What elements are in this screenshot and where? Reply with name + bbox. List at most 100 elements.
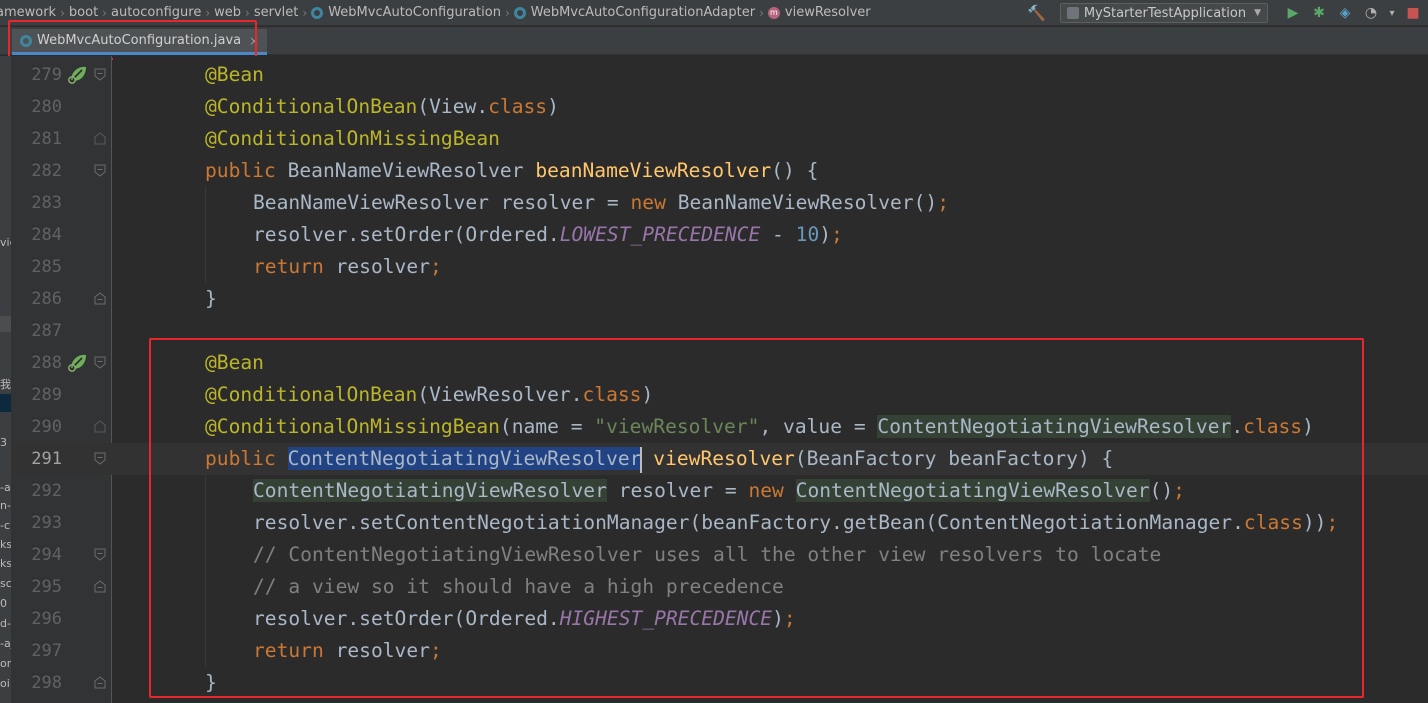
tree-item-fragment[interactable]: 我 xyxy=(0,376,11,392)
fold-marker-icon[interactable] xyxy=(94,292,106,305)
hammer-icon[interactable]: 🔨 xyxy=(1027,4,1046,22)
application-icon xyxy=(1066,7,1079,19)
profile-icon[interactable]: ◔ xyxy=(1360,5,1382,21)
code-text: (name = xyxy=(499,415,595,438)
code-line-280[interactable]: @ConditionalOnBean(View.class) xyxy=(205,91,559,123)
tree-item-fragment[interactable]: vic xyxy=(0,236,11,249)
breadcrumb-item-boot[interactable]: boot xyxy=(69,5,98,20)
fold-marker-icon[interactable] xyxy=(94,356,106,369)
chevron-right-icon: › xyxy=(302,5,308,20)
code-line-293[interactable]: resolver.setContentNegotiationManager(be… xyxy=(253,507,1338,539)
usage-highlight: ContentNegotiatingViewResolver xyxy=(795,479,1150,502)
fold-marker-icon[interactable] xyxy=(94,452,106,465)
code-text: (BeanFactory beanFactory) { xyxy=(794,447,1114,470)
line-number: 279 xyxy=(31,65,62,85)
tree-item-fragment[interactable]: 3 xyxy=(0,436,7,449)
method-name: beanNameViewResolver xyxy=(535,159,772,182)
indent-guide xyxy=(205,186,206,282)
run-toolbar: 🔨 MyStarterTestApplication ▼ ▶ ✱ ◈ ◔ ▾ ■ xyxy=(1027,0,1428,26)
string: "viewResolver" xyxy=(594,415,760,438)
breadcrumb-label: boot xyxy=(68,5,99,20)
play-icon[interactable]: ▶ xyxy=(1282,5,1304,21)
breadcrumb-item-adapter[interactable]: WebMvcAutoConfigurationAdapter xyxy=(513,5,755,20)
selected-text[interactable]: ContentNegotiatingViewResolver xyxy=(287,447,642,470)
code-line-286[interactable]: } xyxy=(205,283,217,315)
code-line-294[interactable]: // ContentNegotiatingViewResolver uses a… xyxy=(253,539,1161,571)
code-line-282[interactable]: public BeanNameViewResolver beanNameView… xyxy=(205,155,818,187)
breadcrumb-item-framework[interactable]: amework xyxy=(0,5,56,20)
code-line-284[interactable]: resolver.setOrder(Ordered.LOWEST_PRECEDE… xyxy=(253,219,843,251)
code-line-292[interactable]: ContentNegotiatingViewResolver resolver … xyxy=(253,475,1185,507)
fold-marker-icon[interactable] xyxy=(94,420,106,433)
tab-webmvcautoconfiguration[interactable]: WebMvcAutoConfiguration.java × xyxy=(12,29,268,55)
line-number: 298 xyxy=(31,673,62,693)
code-line-289[interactable]: @ConditionalOnBean(ViewResolver.class) xyxy=(205,379,653,411)
semicolon: ; xyxy=(937,191,950,214)
code-text: () { xyxy=(771,159,819,182)
comment: // ContentNegotiatingViewResolver uses a… xyxy=(253,543,1162,566)
fold-marker-icon[interactable] xyxy=(94,676,106,689)
keyword: class xyxy=(1243,415,1303,438)
code-line-283[interactable]: BeanNameViewResolver resolver = new Bean… xyxy=(253,187,949,219)
code-line-295[interactable]: // a view so it should have a high prece… xyxy=(253,571,784,603)
semicolon: ; xyxy=(831,223,843,246)
chevron-down-icon[interactable]: ▾ xyxy=(1386,8,1398,19)
breadcrumb-item-viewresolver[interactable]: m viewResolver xyxy=(767,5,871,20)
code-text: ) xyxy=(547,95,559,118)
semicolon: ; xyxy=(1326,511,1339,534)
tree-item-fragment[interactable]: sc xyxy=(0,577,11,590)
spring-bean-icon[interactable] xyxy=(67,63,89,85)
line-number: 283 xyxy=(31,193,62,213)
code-line-285[interactable]: return resolver; xyxy=(253,251,442,283)
method-icon: m xyxy=(767,6,780,19)
code-line-291[interactable]: public ContentNegotiatingViewResolver vi… xyxy=(205,443,1113,475)
tree-item-fragment[interactable]: -c xyxy=(0,519,10,532)
fold-marker-icon[interactable] xyxy=(94,164,106,177)
code-line-279[interactable]: @Bean xyxy=(205,59,264,91)
tree-item-fragment[interactable]: on xyxy=(0,657,11,670)
tree-item-fragment[interactable]: -aj xyxy=(0,637,11,650)
breadcrumb-item-webmvcautoconfiguration[interactable]: WebMvcAutoConfiguration xyxy=(311,5,501,20)
coverage-icon[interactable]: ◈ xyxy=(1334,5,1356,21)
line-number: 282 xyxy=(31,161,62,181)
run-configuration-select[interactable]: MyStarterTestApplication ▼ xyxy=(1059,3,1268,23)
code-line-296[interactable]: resolver.setOrder(Ordered.HIGHEST_PRECED… xyxy=(253,603,796,635)
close-icon[interactable]: × xyxy=(249,34,259,48)
tree-item-fragment[interactable]: ks xyxy=(0,538,11,551)
line-number: 286 xyxy=(31,289,62,309)
code-text: BeanNameViewResolver() xyxy=(677,191,938,214)
tree-item-fragment[interactable]: d- xyxy=(0,617,11,630)
keyword: new xyxy=(748,479,796,502)
code-line-288[interactable]: @Bean xyxy=(205,347,264,379)
fold-marker-icon[interactable] xyxy=(94,548,106,561)
spring-bean-icon[interactable] xyxy=(67,351,89,373)
code-line-281[interactable]: @ConditionalOnMissingBean xyxy=(205,123,500,155)
breadcrumb-label: servlet xyxy=(253,5,299,20)
fold-marker-icon[interactable] xyxy=(94,68,106,81)
keyword: return xyxy=(253,639,336,662)
tree-item-fragment[interactable]: ks xyxy=(0,557,11,570)
tree-item-fragment[interactable]: 0 xyxy=(0,597,7,610)
code-text: resolver.setContentNegotiationManager(be… xyxy=(253,511,1244,534)
tree-item-fragment[interactable]: n-c xyxy=(0,499,11,512)
fold-marker-icon[interactable] xyxy=(94,580,106,593)
annotation: @ConditionalOnBean xyxy=(205,95,418,118)
breadcrumb-item-autoconfigure[interactable]: autoconfigure xyxy=(111,5,201,20)
code-line-297[interactable]: return resolver; xyxy=(253,635,442,667)
line-number: 280 xyxy=(31,97,62,117)
code-text: } xyxy=(205,671,217,694)
tree-item-fragment[interactable]: oi: xyxy=(0,677,11,690)
code-text: resolver.setOrder(Ordered. xyxy=(253,607,560,630)
stop-icon[interactable]: ■ xyxy=(1402,5,1424,21)
fold-marker-icon[interactable] xyxy=(94,132,106,145)
code-line-290[interactable]: @ConditionalOnMissingBean(name = "viewRe… xyxy=(205,411,1314,443)
chevron-right-icon: › xyxy=(245,5,250,20)
breadcrumb-item-servlet[interactable]: servlet xyxy=(254,5,299,20)
comment: // a view so it should have a high prece… xyxy=(253,575,784,598)
tree-item-fragment[interactable]: -a xyxy=(0,481,11,494)
semicolon: ; xyxy=(429,255,442,278)
code-line-298[interactable]: } xyxy=(205,667,217,699)
breadcrumb-item-web[interactable]: web xyxy=(214,5,241,20)
bug-icon[interactable]: ✱ xyxy=(1308,5,1330,21)
